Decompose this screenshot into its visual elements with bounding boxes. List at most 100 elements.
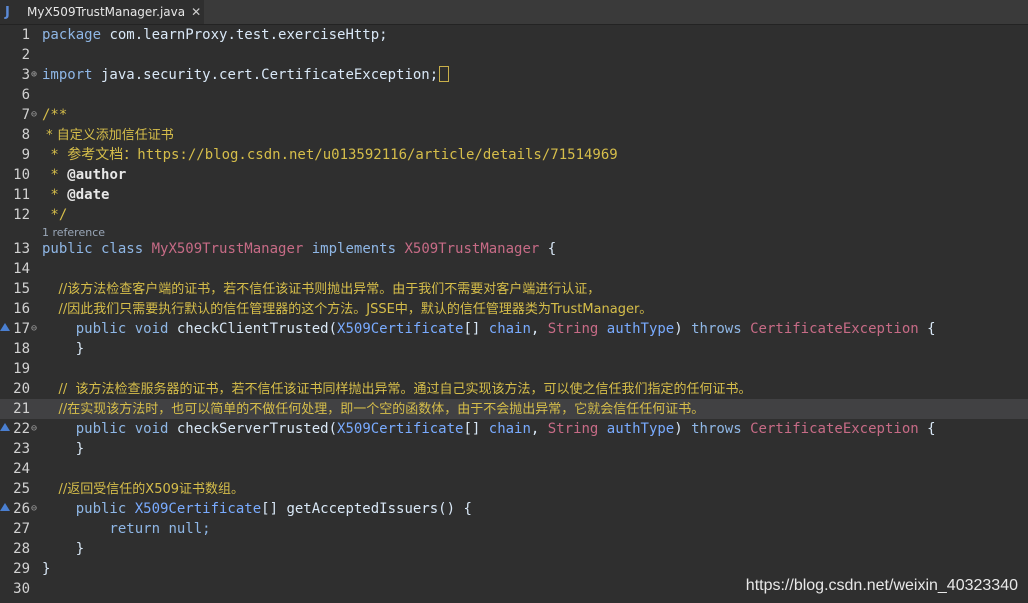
code-line: 9 * 参考文档：https://blog.csdn.net/u01359211… (0, 145, 1028, 165)
brace: } (42, 561, 51, 577)
line-number: 20 (13, 381, 30, 397)
exception-name: CertificateException (750, 321, 919, 337)
brace: } (42, 341, 85, 357)
keyword: public (42, 421, 127, 437)
line-number: 3 (21, 67, 30, 83)
punctuation: [] (463, 321, 489, 337)
line-number: 24 (13, 461, 30, 477)
punctuation (598, 321, 606, 337)
code-line: 13 public class MyX509TrustManager imple… (0, 239, 1028, 259)
override-marker-icon[interactable] (0, 323, 10, 331)
override-marker-icon[interactable] (0, 503, 10, 511)
type-name: X509Certificate (337, 321, 464, 337)
class-name: MyX509TrustManager (151, 241, 304, 257)
keyword: public (42, 501, 135, 517)
brace: { (918, 321, 936, 337)
code-line: 10 * @author (0, 165, 1028, 185)
type-name: String (547, 421, 599, 437)
keyword: throws (691, 321, 742, 337)
code-line: 12 */ (0, 205, 1028, 225)
type-name: String (547, 321, 599, 337)
keyword: return (42, 521, 161, 537)
keyword: implements (303, 241, 405, 257)
line-number: 23 (13, 441, 30, 457)
punctuation (742, 321, 750, 337)
line-number: 6 (21, 87, 30, 103)
keyword: void (126, 421, 177, 437)
folded-imports-box[interactable] (439, 66, 450, 82)
keyword: package (42, 27, 102, 43)
keyword: null; (160, 521, 211, 537)
fold-toggle-icon[interactable]: ⊖ (31, 105, 37, 125)
line-number: 9 (21, 147, 30, 163)
punctuation: ) (674, 421, 692, 437)
code-line: 3 ⊕ import java.security.cert.Certificate… (0, 65, 1028, 85)
code-line: 29 } (0, 559, 1028, 579)
code-line: 6 (0, 85, 1028, 105)
code-line: 2 (0, 45, 1028, 65)
code-editor[interactable]: 1 package com.learnProxy.test.exerciseHt… (0, 25, 1028, 603)
line-number: 19 (13, 361, 30, 377)
brace: { (918, 421, 936, 437)
type-name: X509Certificate (134, 501, 262, 517)
code-line: 7 ⊖ /** (0, 105, 1028, 125)
close-icon[interactable]: ✕ (191, 5, 201, 19)
line-number: 13 (13, 241, 30, 257)
line-number: 14 (13, 261, 30, 277)
line-comment: // 该方法检查服务器的证书，若不信任该证书同样抛出异常。通过自己实现该方法，可… (42, 382, 752, 397)
line-number: 18 (13, 341, 30, 357)
line-number: 16 (13, 301, 30, 317)
punctuation: ) (674, 321, 692, 337)
method-signature: [] getAcceptedIssuers() { (261, 501, 472, 517)
line-comment: //在实现该方法时，也可以简单的不做任何处理，即一个空的函数体，由于不会抛出异常… (42, 402, 705, 417)
punctuation: [] (463, 421, 489, 437)
code-line: 16 //因此我们只需要执行默认的信任管理器的这个方法。JSSE中，默认的信任管… (0, 299, 1028, 319)
line-number: 15 (13, 281, 30, 297)
fold-toggle-icon[interactable]: ⊖ (31, 499, 37, 519)
package-name: com.learnProxy.test.exerciseHttp; (101, 27, 388, 43)
override-marker-icon[interactable] (0, 423, 10, 431)
code-line: 26 ⊖ public X509Certificate[] getAccepted… (0, 499, 1028, 519)
keyword: class (92, 241, 152, 257)
current-line-highlight: 21 //在实现该方法时，也可以简单的不做任何处理，即一个空的函数体，由于不会抛… (0, 399, 1028, 419)
line-number: 8 (21, 127, 30, 143)
fold-toggle-icon[interactable]: ⊖ (31, 419, 37, 439)
import-name: java.security.cert.CertificateException; (92, 67, 439, 83)
code-line: 28 } (0, 539, 1028, 559)
doc-tag-date: @date (67, 187, 110, 203)
line-number: 28 (13, 541, 30, 557)
watermark-url: https://blog.csdn.net/weixin_40323340 (745, 577, 1018, 594)
java-file-icon: J (5, 4, 10, 20)
fold-toggle-icon[interactable]: ⊕ (31, 65, 37, 85)
line-number: 22 (13, 421, 30, 437)
code-line: 14 (0, 259, 1028, 279)
method-name: checkClientTrusted( (176, 321, 338, 337)
fold-toggle-icon[interactable]: ⊖ (31, 319, 37, 339)
code-line: 1 package com.learnProxy.test.exerciseHt… (0, 25, 1028, 45)
keyword: public (42, 241, 93, 257)
line-number: 7 (21, 107, 30, 123)
brace: { (539, 241, 557, 257)
tab-myx509trustmanager[interactable]: J MyX509TrustManager.java ✕ (0, 0, 204, 24)
line-number: 27 (13, 521, 30, 537)
code-line: 11 * @date (0, 185, 1028, 205)
line-number: 26 (13, 501, 30, 517)
doc-tag-author: @author (67, 167, 127, 183)
param-name: chain (488, 421, 531, 437)
line-number: 17 (13, 321, 30, 337)
punctuation (598, 421, 606, 437)
code-line: 18 } (0, 339, 1028, 359)
line-number: 1 (21, 27, 30, 43)
keyword: void (126, 321, 177, 337)
param-name: chain (488, 321, 531, 337)
code-line: 25 //返回受信任的X509证书数组。 (0, 479, 1028, 499)
code-line: 20 // 该方法检查服务器的证书，若不信任该证书同样抛出异常。通过自己实现该方… (0, 379, 1028, 399)
exception-name: CertificateException (750, 421, 919, 437)
doc-comment: * 自定义添加信任证书 (42, 128, 174, 143)
keyword: throws (691, 421, 742, 437)
doc-comment: * 参考文档：https://blog.csdn.net/u013592116/… (42, 147, 618, 163)
brace: } (42, 441, 85, 457)
line-comment: //返回受信任的X509证书数组。 (42, 482, 245, 497)
doc-comment: * (42, 187, 68, 203)
code-line: 8 * 自定义添加信任证书 (0, 125, 1028, 145)
